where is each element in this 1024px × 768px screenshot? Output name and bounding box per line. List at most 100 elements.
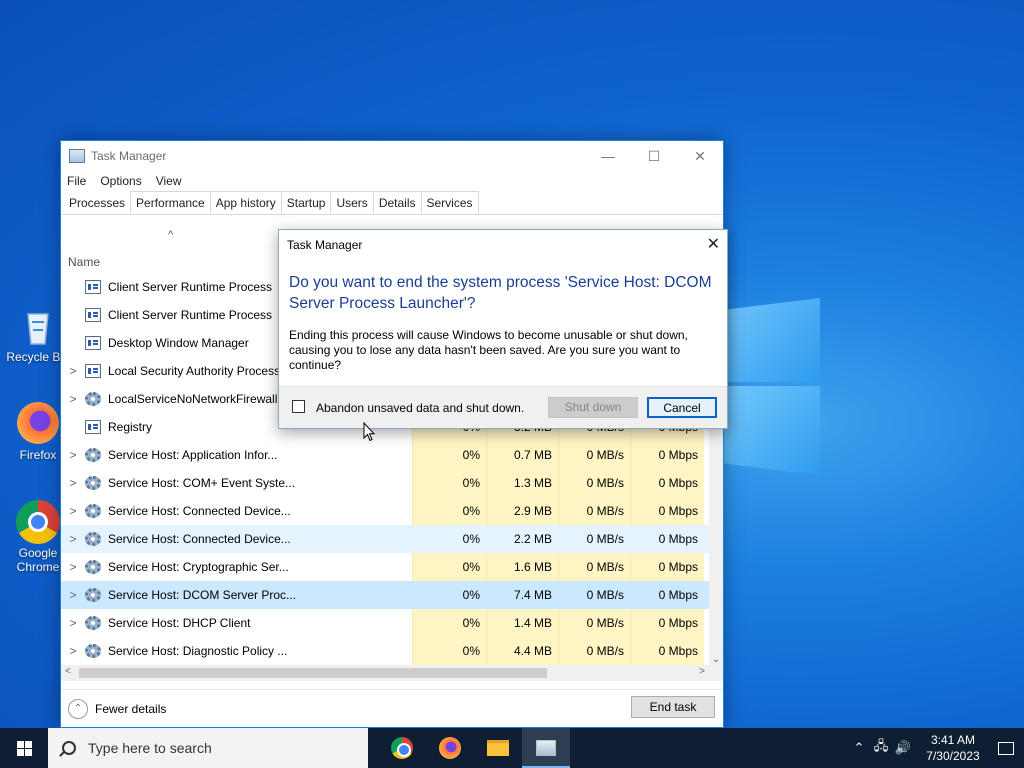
dialog-question: Do you want to end the system process 'S… bbox=[289, 274, 712, 312]
expand-chevron-icon[interactable]: > bbox=[61, 364, 85, 378]
process-row[interactable]: > Service Host: Cryptographic Ser... 0% 1.6… bbox=[61, 553, 709, 581]
tab-details[interactable]: Details bbox=[372, 191, 422, 214]
process-row[interactable]: > Service Host: Diagnostic Policy ... 0% 4.… bbox=[61, 637, 709, 665]
process-name: Service Host: Diagnostic Policy ... bbox=[108, 644, 288, 658]
expand-chevron-icon[interactable]: > bbox=[61, 392, 85, 406]
disk-cell: 0 MB/s bbox=[558, 525, 630, 553]
window-icon bbox=[85, 308, 101, 322]
expand-chevron-icon[interactable]: > bbox=[61, 504, 85, 518]
taskbar-firefox[interactable] bbox=[426, 728, 474, 768]
tab-startup[interactable]: Startup bbox=[280, 191, 332, 214]
process-row[interactable]: > Service Host: DHCP Client 0% 1.4 MB 0 MB/s… bbox=[61, 609, 709, 637]
chevron-up-icon[interactable]: ⌃ bbox=[848, 740, 870, 756]
expand-chevron-icon[interactable]: > bbox=[61, 560, 85, 574]
volume-icon[interactable]: 🔊 bbox=[892, 740, 914, 756]
process-row[interactable]: > Service Host: DCOM Server Proc... 0% 7.4 … bbox=[61, 581, 709, 609]
process-row[interactable]: > Service Host: Connected Device... 0% 2.2 … bbox=[61, 525, 709, 553]
menu-view[interactable]: View bbox=[156, 174, 182, 188]
gear-icon bbox=[85, 504, 101, 518]
process-name: Service Host: Cryptographic Ser... bbox=[108, 560, 289, 574]
taskbar-chrome[interactable] bbox=[378, 728, 426, 768]
cpu-cell: 0% bbox=[412, 581, 486, 609]
network-cell: 0 Mbps bbox=[630, 469, 704, 497]
tab-app-history[interactable]: App history bbox=[209, 191, 282, 214]
memory-cell: 1.3 MB bbox=[486, 469, 558, 497]
abandon-data-checkbox-label[interactable]: Abandon unsaved data and shut down. bbox=[316, 401, 524, 415]
tab-users[interactable]: Users bbox=[330, 191, 374, 214]
tab-processes[interactable]: Processes bbox=[63, 191, 132, 214]
chrome-icon bbox=[16, 500, 60, 544]
cpu-cell: 0% bbox=[412, 525, 486, 553]
column-name-header[interactable]: Name bbox=[68, 255, 100, 269]
footer: ⌃ Fewer details End task bbox=[61, 689, 723, 727]
chrome-icon bbox=[391, 737, 413, 759]
taskbar: Type here to search ⌃ 🖧 🔊 3:41 AM 7/30/2… bbox=[0, 728, 1024, 768]
search-placeholder: Type here to search bbox=[88, 740, 212, 756]
cpu-cell: 0% bbox=[412, 469, 486, 497]
gear-icon bbox=[85, 532, 101, 546]
network-cell: 0 Mbps bbox=[630, 525, 704, 553]
network-cell: 0 Mbps bbox=[630, 609, 704, 637]
system-tray: ⌃ 🖧 🔊 3:41 AM 7/30/2023 bbox=[848, 728, 1024, 768]
disk-cell: 0 MB/s bbox=[558, 441, 630, 469]
gear-icon bbox=[85, 448, 101, 462]
cpu-cell: 0% bbox=[412, 637, 486, 665]
process-name: Service Host: Connected Device... bbox=[108, 504, 291, 518]
window-icon bbox=[85, 420, 101, 434]
menu-options[interactable]: Options bbox=[100, 174, 141, 188]
expand-chevron-icon[interactable]: > bbox=[61, 616, 85, 630]
firefox-icon bbox=[16, 402, 60, 446]
minimize-button[interactable]: — bbox=[585, 141, 631, 171]
process-name: Service Host: Application Infor... bbox=[108, 448, 278, 462]
scroll-right-icon[interactable]: > bbox=[699, 666, 705, 677]
taskbar-task-manager[interactable] bbox=[522, 728, 570, 768]
taskbar-file-explorer[interactable] bbox=[474, 728, 522, 768]
network-icon[interactable]: 🖧 bbox=[870, 737, 892, 759]
process-row[interactable]: > Service Host: COM+ Event Syste... 0% 1.3 … bbox=[61, 469, 709, 497]
disk-cell: 0 MB/s bbox=[558, 581, 630, 609]
expand-chevron-icon[interactable]: > bbox=[61, 644, 85, 658]
disk-cell: 0 MB/s bbox=[558, 553, 630, 581]
dialog-close-icon[interactable]: ✕ bbox=[707, 234, 720, 254]
scroll-left-icon[interactable]: < bbox=[65, 666, 71, 677]
notification-icon bbox=[998, 741, 1014, 755]
expand-chevron-icon[interactable]: > bbox=[61, 588, 85, 602]
title-bar[interactable]: Task Manager — ☐ ✕ bbox=[61, 141, 723, 171]
expand-chevron-icon[interactable]: > bbox=[61, 532, 85, 546]
network-cell: 0 Mbps bbox=[630, 497, 704, 525]
abandon-data-checkbox[interactable] bbox=[292, 400, 305, 413]
horizontal-scrollbar[interactable]: < > bbox=[61, 665, 723, 681]
taskbar-search-box[interactable]: Type here to search bbox=[48, 728, 368, 768]
fewer-details-link[interactable]: Fewer details bbox=[95, 702, 166, 716]
start-button[interactable] bbox=[0, 728, 48, 768]
clock-time: 3:41 AM bbox=[930, 733, 976, 747]
maximize-button[interactable]: ☐ bbox=[631, 141, 677, 171]
network-cell: 0 Mbps bbox=[630, 441, 704, 469]
sort-arrow-icon: ^ bbox=[168, 229, 174, 241]
notifications-button[interactable] bbox=[988, 728, 1024, 768]
cancel-button[interactable]: Cancel bbox=[647, 397, 717, 418]
window-icon bbox=[85, 336, 101, 350]
process-row[interactable]: > Service Host: Application Infor... 0% 0.7… bbox=[61, 441, 709, 469]
gear-icon bbox=[85, 588, 101, 602]
tab-services[interactable]: Services bbox=[420, 191, 479, 214]
tab-performance[interactable]: Performance bbox=[130, 191, 211, 214]
chevron-up-icon[interactable]: ⌃ bbox=[68, 698, 88, 719]
horizontal-scroll-thumb[interactable] bbox=[79, 668, 547, 678]
gear-icon bbox=[85, 476, 101, 490]
scroll-down-icon[interactable]: ⌄ bbox=[709, 654, 723, 665]
gear-icon bbox=[85, 560, 101, 574]
expand-chevron-icon[interactable]: > bbox=[61, 448, 85, 462]
expand-chevron-icon[interactable]: > bbox=[61, 476, 85, 490]
network-cell: 0 Mbps bbox=[630, 637, 704, 665]
task-manager-icon bbox=[69, 149, 85, 163]
folder-icon bbox=[487, 740, 509, 756]
shut-down-button[interactable]: Shut down bbox=[548, 397, 638, 418]
memory-cell: 1.4 MB bbox=[486, 609, 558, 637]
close-button[interactable]: ✕ bbox=[677, 141, 723, 171]
memory-cell: 2.9 MB bbox=[486, 497, 558, 525]
process-row[interactable]: > Service Host: Connected Device... 0% 2.9 … bbox=[61, 497, 709, 525]
end-task-button[interactable]: End task bbox=[631, 696, 715, 718]
clock[interactable]: 3:41 AM 7/30/2023 bbox=[918, 732, 988, 764]
menu-file[interactable]: File bbox=[67, 174, 86, 188]
